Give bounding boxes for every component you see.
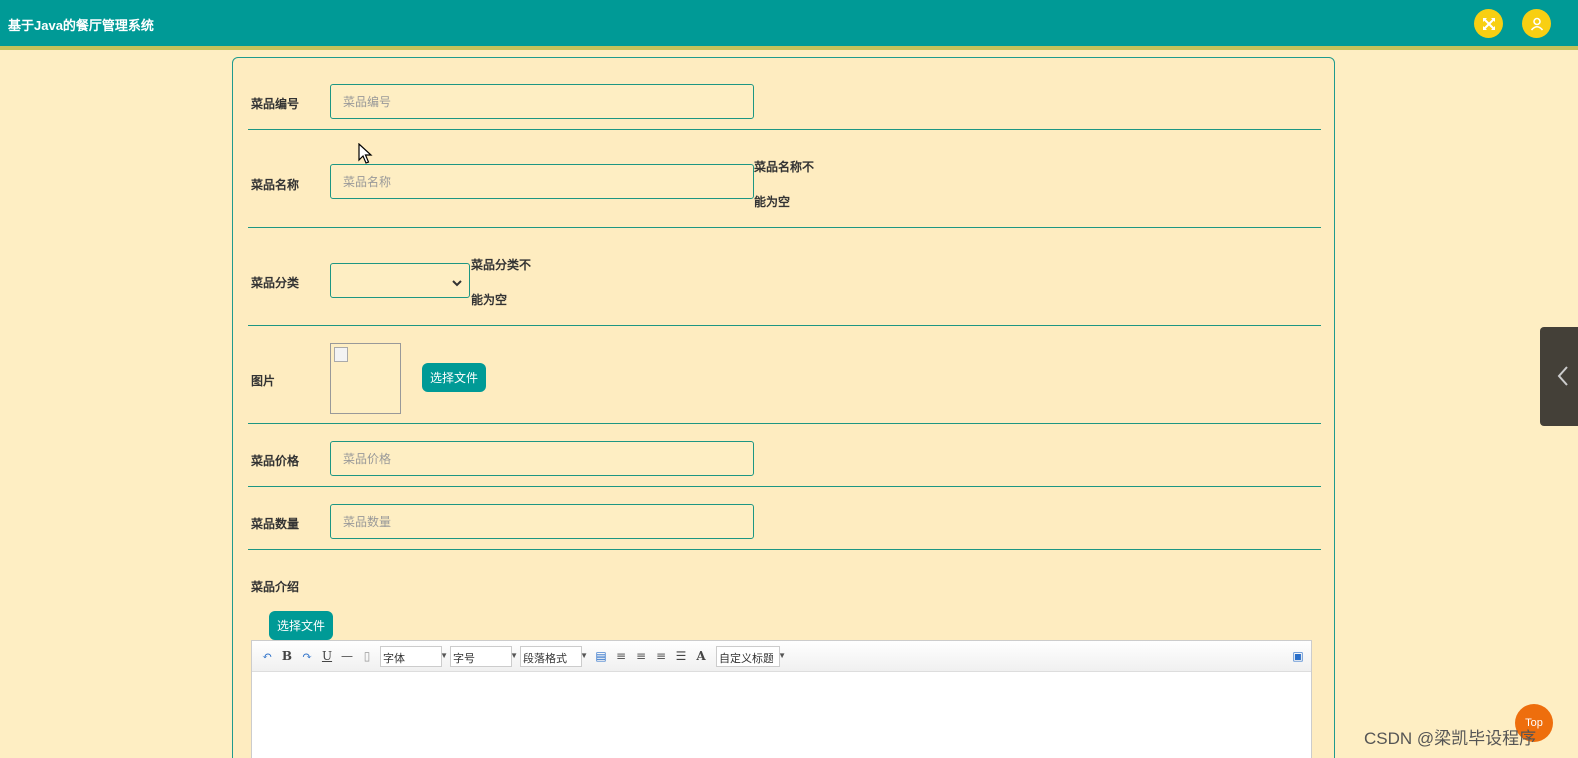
watermark: CSDN @梁凯毕设程序 bbox=[1364, 729, 1537, 748]
dish-form: 菜品编号 菜品名称 菜品名称不 能为空 菜品分类 菜品分类不 能为空 图片 选择… bbox=[232, 57, 1335, 758]
paragraph-format-select[interactable]: 段落格式 ▼ bbox=[520, 645, 588, 667]
dish-code-label: 菜品编号 bbox=[251, 97, 300, 111]
font-size-value: 字号 bbox=[453, 652, 475, 665]
font-family-value: 字体 bbox=[383, 652, 405, 665]
undo-icon[interactable]: ↶ bbox=[260, 649, 274, 663]
intro-choose-file-button[interactable]: 选择文件 bbox=[269, 611, 334, 640]
align-left-icon[interactable]: ≡ bbox=[614, 649, 628, 663]
align-right-icon[interactable]: ≡ bbox=[634, 649, 648, 663]
align-justify-icon[interactable]: ☰ bbox=[674, 649, 688, 663]
image-label: 图片 bbox=[251, 374, 276, 388]
row-divider bbox=[248, 325, 1321, 326]
blank-page-icon[interactable]: ▯ bbox=[360, 649, 374, 663]
dish-name-hint-line2: 能为空 bbox=[754, 195, 791, 209]
font-family-select[interactable]: 字体 ▼ bbox=[380, 645, 448, 667]
broken-image-icon bbox=[334, 347, 348, 362]
row-divider bbox=[248, 486, 1321, 487]
align-center-icon[interactable]: ≡ bbox=[654, 649, 668, 663]
dish-category-hint-line2: 能为空 bbox=[471, 293, 508, 307]
dish-category-select[interactable] bbox=[330, 263, 470, 298]
custom-title-value: 自定义标题 bbox=[719, 652, 773, 665]
dish-price-input[interactable] bbox=[330, 441, 754, 476]
dish-quantity-input[interactable] bbox=[330, 504, 754, 539]
font-size-select[interactable]: 字号 ▼ bbox=[450, 645, 518, 667]
side-collapse-tab[interactable] bbox=[1540, 327, 1578, 426]
paragraph-format-value: 段落格式 bbox=[523, 652, 567, 665]
chevron-left-icon bbox=[1556, 365, 1568, 392]
dish-intro-label: 菜品介绍 bbox=[251, 580, 300, 594]
horizontal-rule-icon[interactable]: — bbox=[340, 649, 354, 663]
row-divider bbox=[248, 423, 1321, 424]
user-icon[interactable] bbox=[1522, 9, 1551, 38]
image-choose-file-button[interactable]: 选择文件 bbox=[422, 363, 487, 392]
font-color-icon[interactable]: A bbox=[694, 649, 708, 663]
dish-category-label: 菜品分类 bbox=[251, 276, 300, 290]
editor-toolbar: ↶ B ↷ U — ▯ 字体 ▼ 字号 ▼ 段落格式 ▼ ▤ ≡ ≡ ≡ ☰ A 自定… bbox=[252, 641, 1311, 672]
dish-name-hint-line1: 菜品名称不 bbox=[754, 160, 815, 174]
dish-name-label: 菜品名称 bbox=[251, 178, 300, 192]
fullscreen-icon[interactable] bbox=[1474, 9, 1503, 38]
mouse-cursor-icon bbox=[358, 142, 374, 170]
chevron-down-icon bbox=[451, 275, 463, 293]
dish-quantity-label: 菜品数量 bbox=[251, 517, 300, 531]
dish-category-hint-line1: 菜品分类不 bbox=[471, 258, 532, 272]
row-divider bbox=[248, 549, 1321, 550]
row-divider bbox=[248, 227, 1321, 228]
row-divider bbox=[248, 129, 1321, 130]
dish-code-input[interactable] bbox=[330, 84, 754, 119]
top-bar: 基于Java的餐厅管理系统 bbox=[0, 0, 1578, 50]
fullscreen-editor-icon[interactable]: ▣ bbox=[1291, 649, 1305, 663]
image-preview bbox=[330, 343, 401, 414]
rich-text-editor[interactable]: ↶ B ↷ U — ▯ 字体 ▼ 字号 ▼ 段落格式 ▼ ▤ ≡ ≡ ≡ ☰ A 自定… bbox=[251, 640, 1312, 758]
app-title: 基于Java的餐厅管理系统 bbox=[8, 18, 154, 33]
redo-icon[interactable]: ↷ bbox=[300, 649, 314, 663]
underline-icon[interactable]: U bbox=[320, 649, 334, 663]
table-icon[interactable]: ▤ bbox=[594, 649, 608, 663]
dish-price-label: 菜品价格 bbox=[251, 454, 300, 468]
custom-title-select[interactable]: 自定义标题 ▼ bbox=[716, 645, 786, 667]
dish-name-input[interactable] bbox=[330, 164, 754, 199]
bold-icon[interactable]: B bbox=[280, 649, 294, 663]
editor-content-area[interactable] bbox=[252, 672, 1311, 758]
